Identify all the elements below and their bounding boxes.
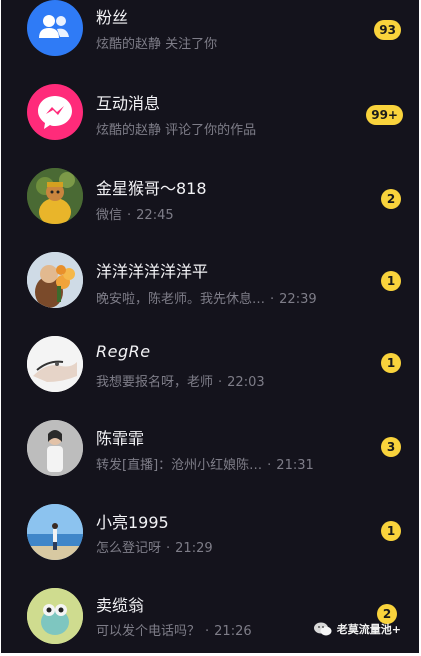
user-avatar (27, 504, 83, 560)
preview-text: 炫酷的赵静 关注了你 (96, 37, 218, 52)
unread-badge: 1 (381, 353, 401, 373)
preview-text: 晚安啦，陈老师。我先休息… (96, 292, 266, 307)
conversation-name: 互动消息 (96, 94, 161, 113)
preview-text: 我想要报名呀，老师 (96, 375, 214, 390)
unread-badge: 1 (381, 521, 401, 541)
timestamp: 22:39 (279, 292, 317, 307)
timestamp: 21:29 (175, 541, 213, 556)
conversation-name: 洋洋洋洋洋洋平 (96, 262, 209, 281)
conversation-preview: 怎么登记呀 · 21:29 (96, 537, 213, 556)
wechat-icon (313, 622, 332, 636)
conversation-preview: 炫酷的赵静 关注了你 (96, 33, 217, 52)
preview-text: 怎么登记呀 (96, 541, 162, 556)
preview-text: 炫酷的赵静 评论了你的作品 (96, 123, 257, 138)
timestamp: 22:45 (136, 208, 174, 223)
unread-badge: 2 (381, 189, 401, 209)
separator: · (267, 458, 272, 473)
conversation-fans[interactable]: 粉丝 炫酷的赵静 关注了你 93 (1, 0, 419, 84)
unread-badge: 99+ (366, 105, 403, 125)
conversation-item[interactable]: 金星猴哥～818 微信 · 22:45 2 (1, 168, 419, 252)
separator: · (218, 375, 223, 390)
unread-badge: 3 (381, 437, 401, 457)
preview-text: 微信 (96, 208, 123, 223)
conversation-name: 金星猴哥～818 (96, 179, 207, 198)
conversation-item[interactable]: 陈霏霏 转发[直播]：沧州小红娘陈… · 21:31 3 (1, 420, 419, 504)
conversation-preview: 我想要报名呀，老师 · 22:03 (96, 371, 265, 390)
conversation-name: 卖缆翁 (96, 596, 145, 615)
timestamp: 22:03 (227, 375, 265, 390)
separator: · (127, 208, 132, 223)
conversation-name: 小亮1995 (96, 513, 169, 532)
preview-text: 可以发个电话吗？ (96, 624, 201, 639)
conversation-preview: 转发[直播]：沧州小红娘陈… · 21:31 (96, 454, 314, 473)
timestamp: 21:31 (276, 458, 314, 473)
interaction-icon (27, 84, 83, 140)
conversation-item[interactable]: RegRe 我想要报名呀，老师 · 22:03 1 (1, 336, 419, 420)
fans-icon (27, 0, 83, 56)
conversation-item[interactable]: 洋洋洋洋洋洋平 晚安啦，陈老师。我先休息… · 22:39 1 (1, 252, 419, 336)
user-avatar (27, 252, 83, 308)
user-avatar (27, 420, 83, 476)
unread-badge: 93 (374, 20, 401, 40)
conversation-name: 陈霏霏 (96, 429, 145, 448)
watermark: 老莫流量池+ (313, 621, 401, 637)
user-avatar (27, 336, 83, 392)
conversation-interactions[interactable]: 互动消息 炫酷的赵静 评论了你的作品 99+ (1, 84, 419, 168)
separator: · (270, 292, 275, 307)
separator: · (166, 541, 171, 556)
preview-text: 转发[直播]：沧州小红娘陈… (96, 458, 263, 473)
watermark-text: 老莫流量池+ (336, 623, 401, 636)
conversation-item[interactable]: 小亮1995 怎么登记呀 · 21:29 1 (1, 504, 419, 588)
message-list-screen: 粉丝 炫酷的赵静 关注了你 93 互动消息 炫酷的赵静 评论了你的作品 99+ (1, 0, 419, 653)
conversation-preview: 晚安啦，陈老师。我先休息… · 22:39 (96, 288, 317, 307)
conversation-preview: 可以发个电话吗？ · 21:26 (96, 620, 252, 639)
conversation-name: 粉丝 (96, 8, 129, 27)
separator: · (205, 624, 210, 639)
user-avatar (27, 168, 83, 224)
conversation-preview: 炫酷的赵静 评论了你的作品 (96, 119, 256, 138)
conversation-name: RegRe (96, 342, 151, 361)
user-avatar (27, 588, 83, 644)
conversation-preview: 微信 · 22:45 (96, 204, 174, 223)
timestamp: 21:26 (214, 624, 252, 639)
unread-badge: 1 (381, 271, 401, 291)
